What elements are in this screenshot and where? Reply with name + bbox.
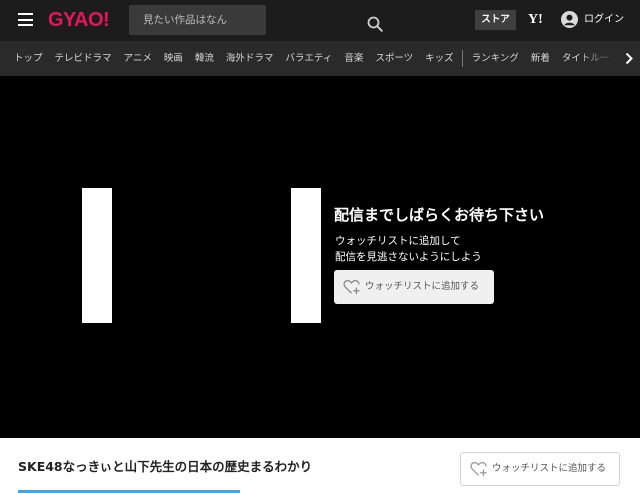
waiting-description: ウォッチリストに追加して 配信を見逃さないようにしよう [335,233,482,265]
watchlist-add-button[interactable]: ウォッチリストに追加する [460,452,620,486]
waiting-description-line2: 配信を見逃さないようにしよう [335,251,482,263]
login-link[interactable]: ログイン [584,12,624,27]
nav-item-top[interactable]: トップ [14,41,43,76]
search-box[interactable] [129,5,383,35]
hamburger-icon[interactable] [18,13,33,26]
waiting-title: 配信までしばらくお待ち下さい [334,206,545,224]
placeholder-bar-left [82,188,112,323]
nav-item-sports[interactable]: スポーツ [375,41,413,76]
nav-fade [578,41,618,76]
watchlist-add-label: ウォッチリストに追加する [492,463,607,474]
placeholder-bar-right [291,188,321,323]
header: GYAO! ストア Y! ログイン [0,0,640,41]
video-title: SKE48なっきぃと山下先生の日本の歴史まるわかり [18,459,313,474]
nav-item-tv-drama[interactable]: テレビドラマ [55,41,112,76]
nav-item-variety[interactable]: バラエティ [285,41,332,76]
nav-item-korean[interactable]: 韓流 [195,41,214,76]
user-icon[interactable] [561,11,578,28]
heart-plus-icon [470,461,487,476]
video-info: SKE48なっきぃと山下先生の日本の歴史まるわかり ウォッチリストに追加する [0,438,640,493]
search-icon[interactable] [367,16,383,32]
nav-item-music[interactable]: 音楽 [344,41,363,76]
logo[interactable]: GYAO! [48,7,110,33]
nav-list: トップ テレビドラマ アニメ 映画 韓流 海外ドラマ バラエティ 音楽 スポーツ… [8,41,615,76]
search-input[interactable] [129,5,237,35]
heart-plus-icon [343,279,360,294]
store-button[interactable]: ストア [475,10,516,30]
nav-item-movie[interactable]: 映画 [164,41,183,76]
nav-item-anime[interactable]: アニメ [124,41,152,76]
nav-scroll-right-button[interactable] [618,41,640,76]
nav-item-ranking[interactable]: ランキング [472,41,519,76]
nav-item-foreign-drama[interactable]: 海外ドラマ [226,41,274,76]
nav-divider [461,50,463,67]
video-player[interactable]: 配信までしばらくお待ち下さい ウォッチリストに追加して 配信を見逃さないようにし… [0,76,640,438]
chevron-right-icon [625,52,633,65]
category-nav: トップ テレビドラマ アニメ 映画 韓流 海外ドラマ バラエティ 音楽 スポーツ… [0,41,640,76]
waiting-description-line1: ウォッチリストに追加して [335,235,461,247]
yahoo-logo-icon[interactable]: Y! [528,11,543,29]
watchlist-add-label: ウォッチリストに追加する [365,281,480,292]
nav-item-new[interactable]: 新着 [531,41,550,76]
nav-item-kids[interactable]: キッズ [425,41,454,76]
watchlist-add-button-player[interactable]: ウォッチリストに追加する [334,270,494,304]
